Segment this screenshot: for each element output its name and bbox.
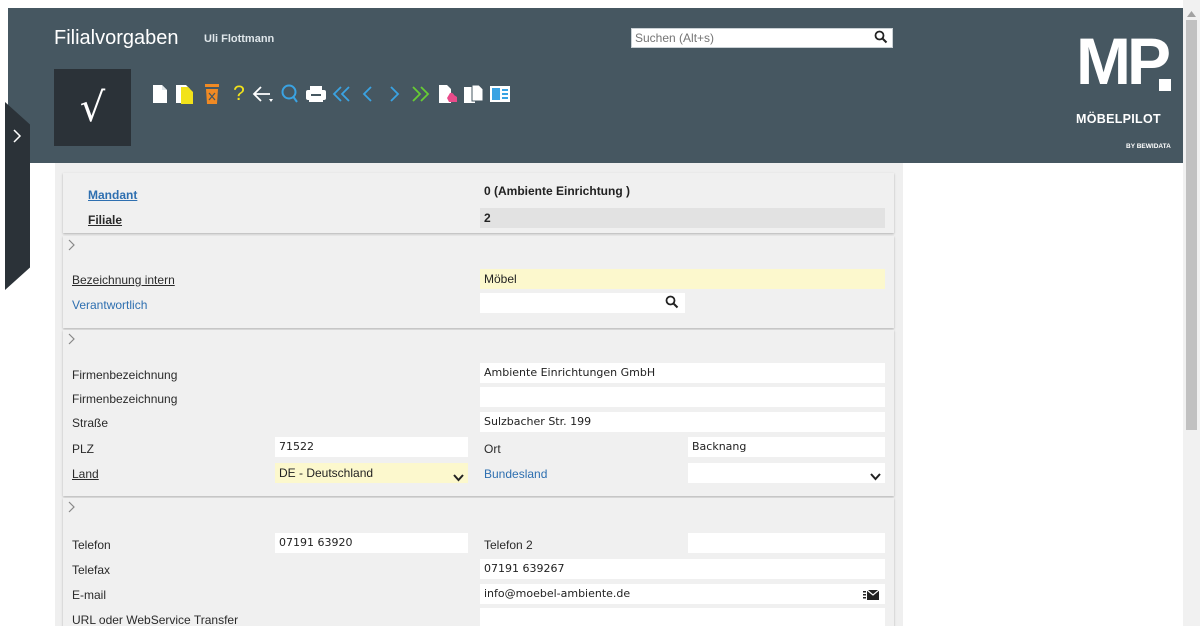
section-toggle-chevron-icon[interactable] <box>68 238 76 256</box>
search-input[interactable] <box>632 29 862 47</box>
help-icon[interactable]: ? <box>227 81 251 107</box>
strasse-label: Straße <box>72 416 109 430</box>
print-icon[interactable] <box>304 81 328 107</box>
duplicate-icon[interactable] <box>462 81 486 107</box>
first-record-icon[interactable] <box>330 81 354 107</box>
internal-section: Bezeichnung intern Möbel Verantwortlich <box>63 236 894 328</box>
telefax-label: Telefax <box>72 563 111 577</box>
strasse-field[interactable]: Sulzbacher Str. 199 <box>480 412 885 432</box>
bezeichnung-intern-label: Bezeichnung intern <box>72 273 175 287</box>
url-field[interactable] <box>480 608 885 626</box>
ort-field[interactable]: Backnang <box>688 437 885 457</box>
bezeichnung-intern-field[interactable]: Möbel <box>480 269 885 289</box>
verantwortlich-label[interactable]: Verantwortlich <box>72 298 147 312</box>
bundesland-label[interactable]: Bundesland <box>484 467 547 481</box>
land-label: Land <box>72 467 99 481</box>
touch-document-icon[interactable] <box>436 81 460 107</box>
moebelpilot-logo: MP MÖBELPILOT BY BEWIDATA <box>1076 24 1171 150</box>
address-section: Firmenbezeichnung Ambiente Einrichtungen… <box>63 330 894 496</box>
app-window: Filialvorgaben Uli Flottmann √ <box>0 0 1200 626</box>
telefax-field[interactable]: 07191 639267 <box>480 559 885 579</box>
logo-byline: BY BEWIDATA <box>1126 143 1171 150</box>
side-panel-toggle[interactable] <box>5 102 30 290</box>
firmenbezeichnung-2-label: Firmenbezeichnung <box>72 392 178 406</box>
email-label: E-mail <box>72 588 107 602</box>
telefon-2-field[interactable] <box>688 533 885 553</box>
firmenbezeichnung-2-field[interactable] <box>480 387 885 407</box>
mandant-value: 0 (Ambiente Einrichtung ) <box>484 184 631 198</box>
plz-field[interactable]: 71522 <box>275 437 468 457</box>
header-bar: Filialvorgaben Uli Flottmann √ <box>8 8 1183 163</box>
firmenbezeichnung-field[interactable]: Ambiente Einrichtungen GmbH <box>480 363 885 383</box>
scrollbar-thumb[interactable] <box>1186 20 1197 430</box>
telefon-label: Telefon <box>72 538 111 552</box>
address-card-icon[interactable] <box>488 81 512 107</box>
contact-section: Telefon 07191 63920 Telefon 2 Telefax 07… <box>63 498 894 626</box>
logo-text: MÖBELPILOT <box>1076 112 1161 126</box>
confirm-button[interactable]: √ <box>54 69 131 146</box>
next-record-icon[interactable] <box>382 81 406 107</box>
search-icon[interactable] <box>874 30 888 49</box>
search-box <box>631 28 893 48</box>
vertical-scrollbar[interactable] <box>1183 0 1200 626</box>
section-toggle-chevron-icon[interactable] <box>68 332 76 350</box>
send-email-icon[interactable] <box>863 588 880 608</box>
email-field[interactable]: info@moebel-ambiente.de <box>480 584 885 604</box>
land-select[interactable]: DE - Deutschland <box>275 463 468 483</box>
user-name: Uli Flottmann <box>204 33 275 45</box>
search-icon[interactable] <box>665 295 679 316</box>
checkmark-icon: √ <box>79 84 106 131</box>
back-icon[interactable] <box>252 81 276 107</box>
chevron-down-icon <box>453 468 464 488</box>
last-record-icon[interactable] <box>408 81 432 107</box>
chevron-down-icon <box>870 468 881 488</box>
new-document-icon[interactable] <box>148 81 172 107</box>
url-label: URL oder WebService Transfer <box>72 613 239 626</box>
page-title: Filialvorgaben <box>54 27 179 49</box>
chevron-right-icon <box>12 128 22 149</box>
previous-record-icon[interactable] <box>356 81 380 107</box>
delete-icon[interactable] <box>200 81 224 107</box>
copy-document-icon[interactable] <box>173 81 197 107</box>
mandant-label[interactable]: Mandant <box>88 188 137 202</box>
telefon-field[interactable]: 07191 63920 <box>275 533 468 553</box>
filiale-label: Filiale <box>88 213 123 227</box>
find-icon[interactable] <box>278 81 302 107</box>
verantwortlich-field[interactable] <box>480 293 685 313</box>
ort-label: Ort <box>484 442 501 456</box>
bundesland-select[interactable] <box>688 463 885 483</box>
plz-label: PLZ <box>72 442 95 456</box>
section-toggle-chevron-icon[interactable] <box>68 500 76 518</box>
firmenbezeichnung-label: Firmenbezeichnung <box>72 368 178 382</box>
telefon-2-label: Telefon 2 <box>484 538 533 552</box>
key-panel: Mandant 0 (Ambiente Einrichtung ) Filial… <box>63 173 894 233</box>
filiale-value: 2 <box>480 208 885 228</box>
